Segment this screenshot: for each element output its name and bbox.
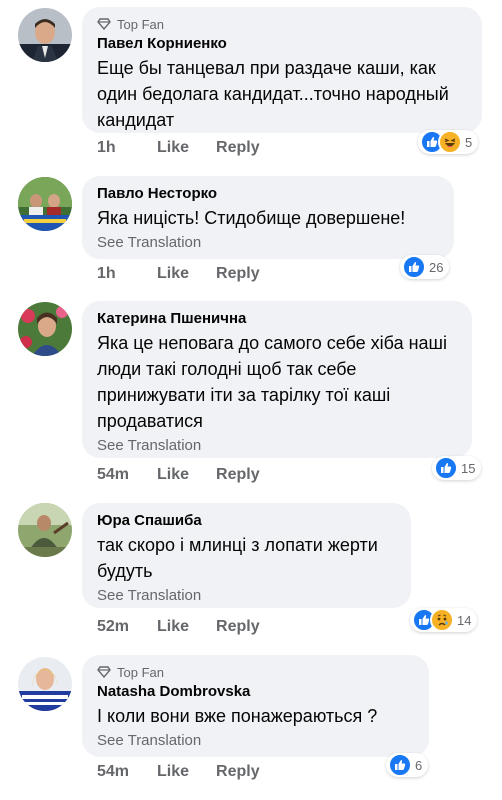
haha-reaction-icon — [438, 130, 462, 154]
comment-actions: 1h Like Reply — [97, 138, 260, 158]
commenter-name[interactable]: Павло Несторко — [97, 184, 440, 203]
comment-text: Яка це неповага до самого себе хіба наші… — [97, 333, 447, 431]
comment-bubble: Катерина Пшенична Яка це неповага до сам… — [82, 301, 472, 458]
like-button[interactable]: Like — [157, 466, 189, 484]
commenter-name[interactable]: Павел Корниенко — [97, 34, 468, 53]
see-translation-link[interactable]: See Translation — [97, 233, 440, 253]
reaction-count: 14 — [457, 612, 472, 628]
commenter-name[interactable]: Юра Спашиба — [97, 511, 397, 530]
comment-text: Еще бы танцевал при раздаче каши, как од… — [97, 58, 449, 130]
top-fan-label: Top Fan — [117, 16, 164, 32]
comment-text: І коли вони вже понажераються ? — [97, 706, 378, 726]
avatar[interactable] — [18, 503, 72, 557]
avatar[interactable] — [18, 177, 72, 231]
like-reaction-icon — [434, 456, 458, 480]
reaction-summary[interactable]: 6 — [386, 753, 429, 777]
reply-button[interactable]: Reply — [216, 139, 260, 157]
comment-text: Яка ницість! Стидобище довершене! — [97, 208, 406, 228]
reaction-count: 26 — [429, 259, 444, 275]
reply-button[interactable]: Reply — [216, 466, 260, 484]
comment-actions: 52m Like Reply — [97, 617, 260, 637]
like-button[interactable]: Like — [157, 763, 189, 781]
timestamp[interactable]: 52m — [97, 618, 142, 636]
see-translation-link[interactable]: See Translation — [97, 586, 397, 606]
like-reaction-icon — [402, 255, 426, 279]
top-fan-badge: Top Fan — [97, 16, 468, 32]
timestamp[interactable]: 54m — [97, 763, 142, 781]
like-button[interactable]: Like — [157, 139, 189, 157]
reply-button[interactable]: Reply — [216, 265, 260, 283]
reaction-summary[interactable]: 5 — [418, 130, 479, 154]
reaction-count: 15 — [461, 460, 476, 476]
reaction-summary[interactable]: 26 — [400, 255, 450, 279]
comment-bubble: Top Fan Павел Корниенко Еще бы танцевал … — [82, 7, 482, 133]
top-fan-label: Top Fan — [117, 664, 164, 680]
reaction-count: 5 — [465, 134, 473, 150]
timestamp[interactable]: 1h — [97, 265, 142, 283]
diamond-icon — [97, 18, 111, 30]
avatar[interactable] — [18, 8, 72, 62]
reaction-summary[interactable]: 15 — [432, 456, 482, 480]
comment-actions: 54m Like Reply — [97, 762, 260, 782]
comment-bubble: Павло Несторко Яка ницість! Стидобище до… — [82, 176, 454, 259]
comment-bubble: Top Fan Natasha Dombrovska І коли вони в… — [82, 655, 429, 757]
comment-text: так скоро і млинці з лопати жерти будуть — [97, 535, 378, 581]
comment-actions: 1h Like Reply — [97, 264, 260, 284]
reply-button[interactable]: Reply — [216, 618, 260, 636]
timestamp[interactable]: 54m — [97, 466, 142, 484]
see-translation-link[interactable]: See Translation — [97, 731, 415, 751]
like-button[interactable]: Like — [157, 618, 189, 636]
commenter-name[interactable]: Natasha Dombrovska — [97, 682, 415, 701]
comment-actions: 54m Like Reply — [97, 465, 260, 485]
timestamp[interactable]: 1h — [97, 139, 142, 157]
sad-reaction-icon — [430, 608, 454, 632]
like-button[interactable]: Like — [157, 265, 189, 283]
reaction-count: 6 — [415, 757, 423, 773]
like-reaction-icon — [388, 753, 412, 777]
reaction-summary[interactable]: 14 — [410, 608, 478, 632]
see-translation-link[interactable]: See Translation — [97, 436, 458, 456]
diamond-icon — [97, 666, 111, 678]
commenter-name[interactable]: Катерина Пшенична — [97, 309, 458, 328]
top-fan-badge: Top Fan — [97, 664, 415, 680]
reply-button[interactable]: Reply — [216, 763, 260, 781]
avatar[interactable] — [18, 657, 72, 711]
avatar[interactable] — [18, 302, 72, 356]
comment-bubble: Юра Спашиба так скоро і млинці з лопати … — [82, 503, 411, 608]
